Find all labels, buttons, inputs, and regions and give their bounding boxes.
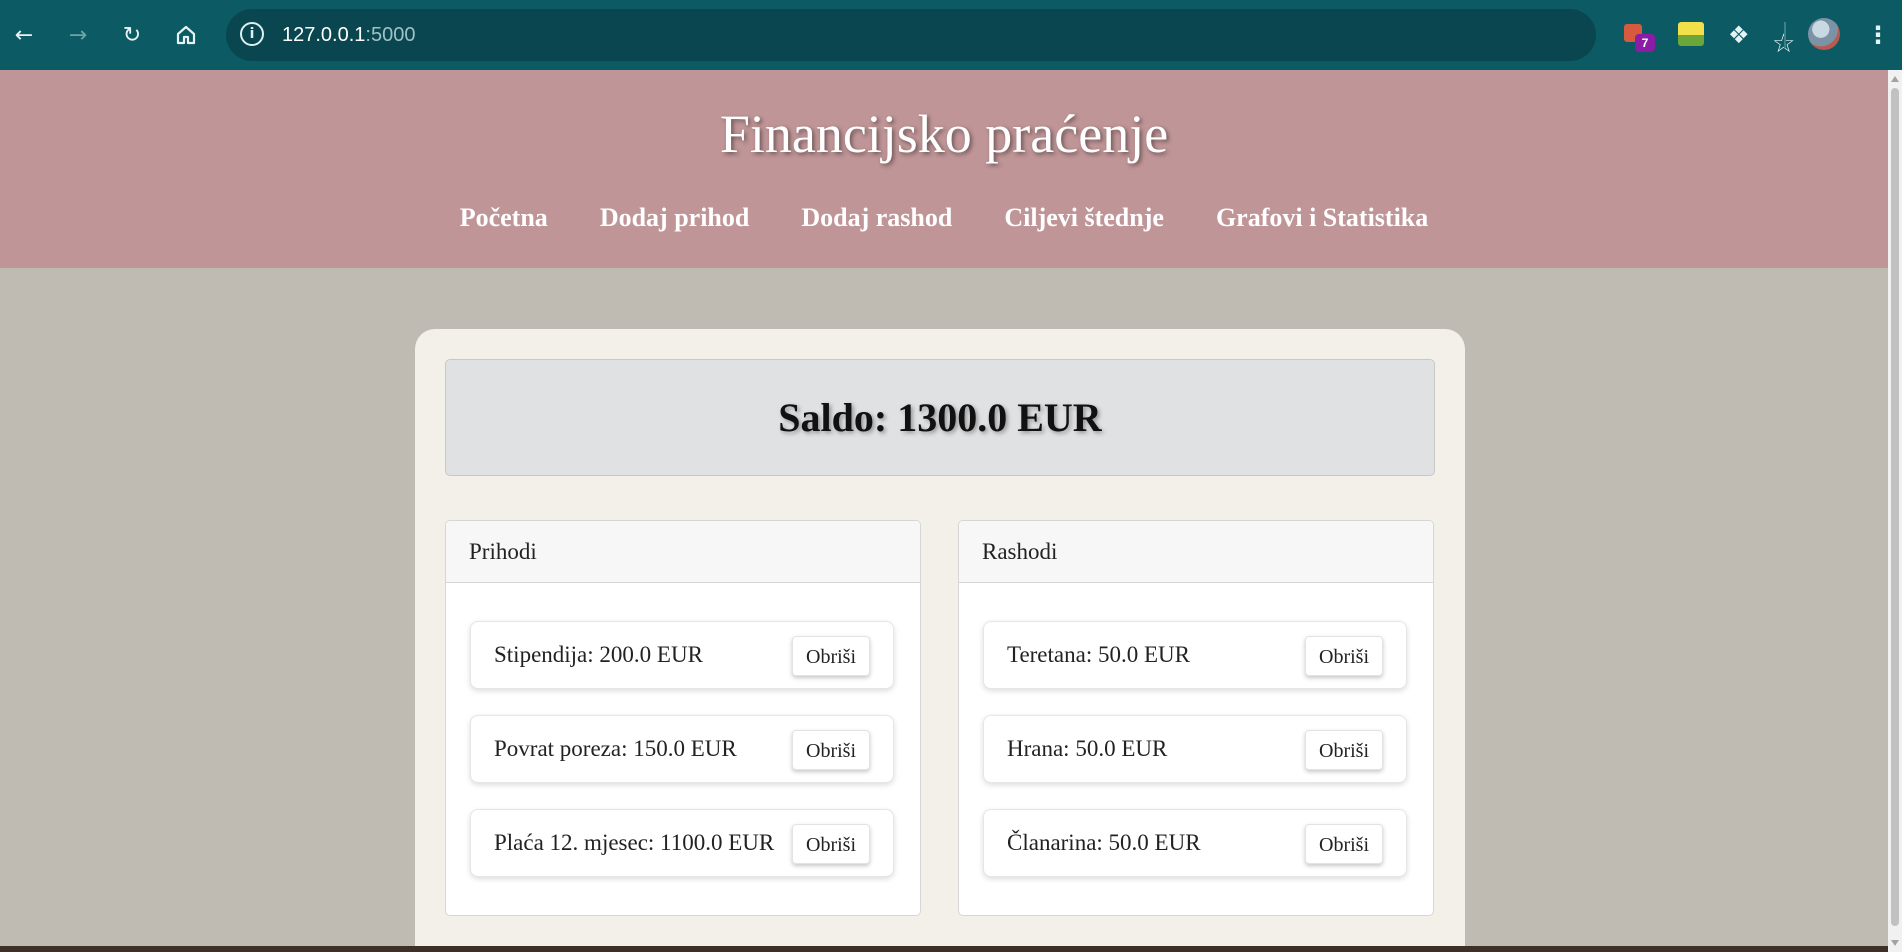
site-title: Financijsko praćenje bbox=[719, 104, 1169, 164]
scroll-up-arrow-icon[interactable] bbox=[1891, 76, 1899, 82]
address-bar[interactable]: i 127.0.0.1:5000 ☆ bbox=[226, 9, 1795, 61]
site-header: Financijsko praćenje Početna Dodaj priho… bbox=[0, 70, 1888, 268]
income-item: Povrat poreza: 150.0 EUR Obriši bbox=[470, 715, 894, 783]
back-arrow-icon[interactable]: ← bbox=[6, 17, 42, 53]
delete-income-button[interactable]: Obriši bbox=[792, 730, 870, 770]
reload-icon[interactable]: ↻ bbox=[114, 17, 150, 53]
scroll-down-arrow-icon[interactable] bbox=[1891, 940, 1899, 946]
nav-link-dodaj-prihod[interactable]: Dodaj prihod bbox=[600, 198, 750, 238]
scrollbar-thumb[interactable] bbox=[1891, 88, 1899, 926]
income-heading: Prihodi bbox=[446, 521, 920, 583]
income-panel: Prihodi Stipendija: 200.0 EUR Obriši Pov… bbox=[445, 520, 921, 916]
main-card: Saldo: 1300.0 EUR Prihodi Stipendija: 20… bbox=[415, 329, 1465, 946]
expense-item: Hrana: 50.0 EUR Obriši bbox=[983, 715, 1407, 783]
url-text[interactable]: 127.0.0.1:5000 bbox=[282, 22, 415, 48]
delete-expense-button[interactable]: Obriši bbox=[1305, 636, 1383, 676]
main-nav: Početna Dodaj prihod Dodaj rashod Ciljev… bbox=[0, 198, 1888, 238]
income-item-text: Povrat poreza: 150.0 EUR bbox=[494, 736, 737, 761]
menu-kebab-icon[interactable]: ⋮ bbox=[1866, 17, 1890, 53]
extensions-puzzle-icon[interactable]: ❖ bbox=[1728, 17, 1750, 53]
delete-income-button[interactable]: Obriši bbox=[792, 824, 870, 864]
url-host: 127.0.0.1 bbox=[282, 24, 366, 46]
expense-item: Članarina: 50.0 EUR Obriši bbox=[983, 809, 1407, 877]
balance-text: Saldo: 1300.0 EUR bbox=[778, 395, 1102, 440]
toolbar-divider bbox=[1784, 22, 1786, 48]
nav-link-ciljevi-stednje[interactable]: Ciljevi štednje bbox=[1004, 198, 1164, 238]
delete-income-button[interactable]: Obriši bbox=[792, 636, 870, 676]
delete-expense-button[interactable]: Obriši bbox=[1305, 824, 1383, 864]
income-item-text: Stipendija: 200.0 EUR bbox=[494, 642, 703, 667]
home-icon-graphic bbox=[176, 25, 196, 45]
expense-item: Teretana: 50.0 EUR Obriši bbox=[983, 621, 1407, 689]
url-port: :5000 bbox=[365, 24, 416, 46]
expenses-panel: Rashodi Teretana: 50.0 EUR Obriši Hrana:… bbox=[958, 520, 1434, 916]
browser-toolbar: ← → ↻ i 127.0.0.1:5000 ☆ 7 ❖ ⋮ bbox=[0, 0, 1902, 70]
extension-badge: 7 bbox=[1635, 34, 1655, 52]
page-scrollbar[interactable] bbox=[1888, 70, 1902, 952]
page-viewport: Financijsko praćenje Početna Dodaj priho… bbox=[0, 70, 1888, 946]
nav-link-pocetna[interactable]: Početna bbox=[460, 198, 548, 238]
home-icon[interactable] bbox=[168, 17, 204, 53]
delete-expense-button[interactable]: Obriši bbox=[1305, 730, 1383, 770]
extension-icon[interactable]: 7 bbox=[1622, 20, 1655, 52]
expense-item-text: Članarina: 50.0 EUR bbox=[1007, 830, 1201, 855]
expenses-heading: Rashodi bbox=[959, 521, 1433, 583]
site-info-icon[interactable]: i bbox=[240, 22, 264, 46]
extension-icon-2[interactable] bbox=[1678, 22, 1704, 46]
income-item: Plaća 12. mjesec: 1100.0 EUR Obriši bbox=[470, 809, 894, 877]
nav-link-dodaj-rashod[interactable]: Dodaj rashod bbox=[801, 198, 952, 238]
expense-item-text: Hrana: 50.0 EUR bbox=[1007, 736, 1168, 761]
profile-avatar[interactable] bbox=[1808, 18, 1840, 50]
balance-box: Saldo: 1300.0 EUR bbox=[445, 359, 1435, 476]
forward-arrow-icon[interactable]: → bbox=[60, 17, 96, 53]
income-item: Stipendija: 200.0 EUR Obriši bbox=[470, 621, 894, 689]
taskbar-edge bbox=[0, 946, 1888, 952]
expense-item-text: Teretana: 50.0 EUR bbox=[1007, 642, 1190, 667]
nav-link-grafovi[interactable]: Grafovi i Statistika bbox=[1216, 198, 1428, 238]
income-item-text: Plaća 12. mjesec: 1100.0 EUR bbox=[494, 830, 775, 855]
